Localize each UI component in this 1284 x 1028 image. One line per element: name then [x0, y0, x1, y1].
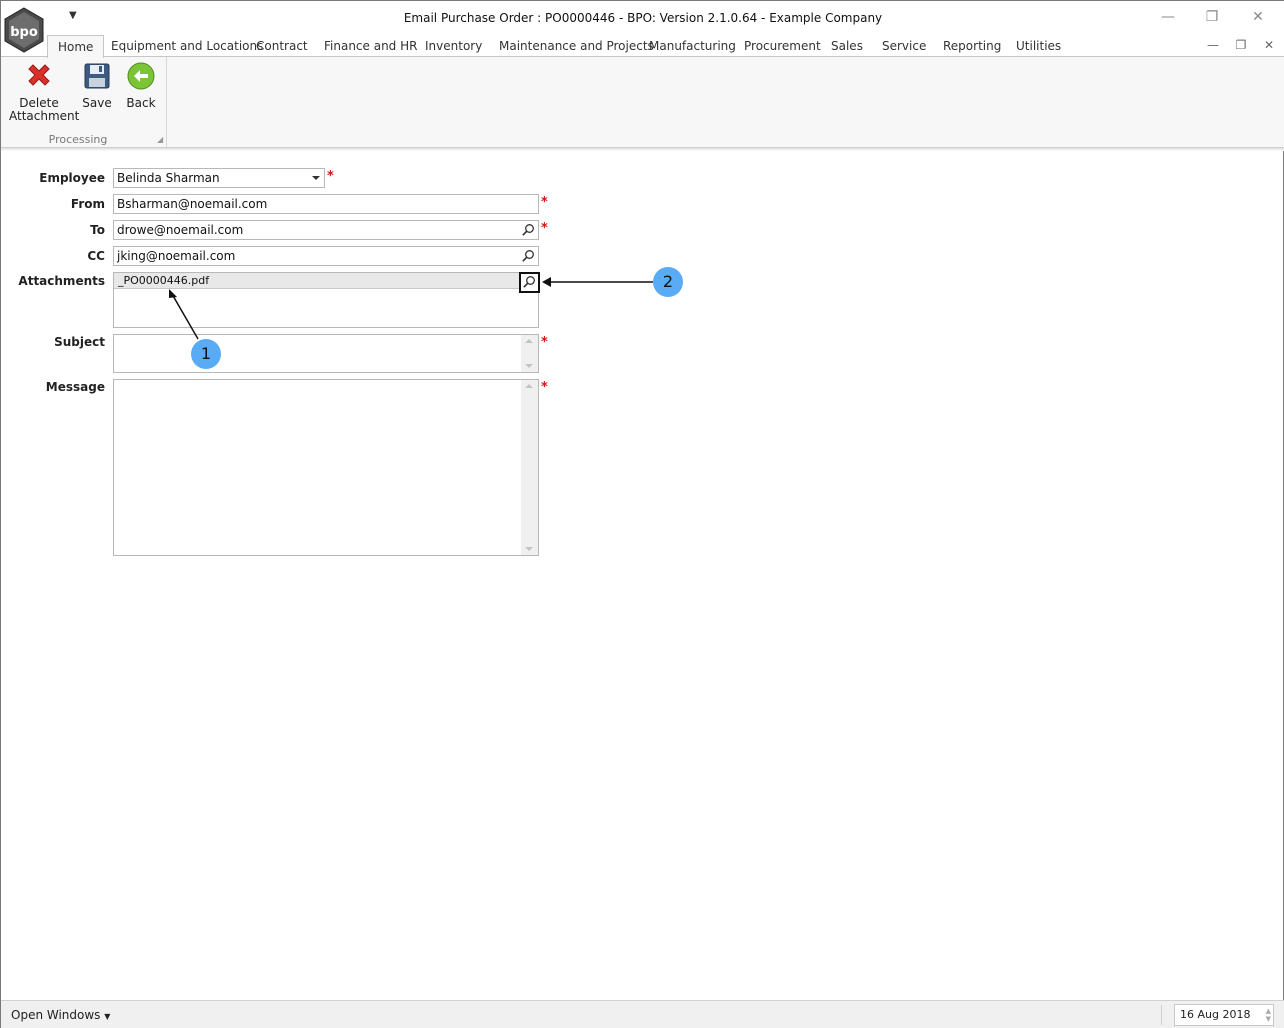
- date-spinner-icon[interactable]: ▲ ▼: [1266, 1007, 1271, 1023]
- floppy-disk-icon: [84, 63, 110, 89]
- mdi-restore-icon[interactable]: ❐: [1233, 38, 1249, 52]
- date-field[interactable]: 16 Aug 2018 ▲ ▼: [1174, 1004, 1274, 1026]
- to-label: To: [90, 223, 105, 237]
- message-field[interactable]: [113, 379, 539, 556]
- tab-contract[interactable]: Contract: [256, 35, 308, 57]
- mdi-close-icon[interactable]: ✕: [1261, 38, 1277, 52]
- subject-label: Subject: [54, 335, 105, 349]
- delete-attachment-button[interactable]: Delete Attachment: [9, 61, 79, 123]
- from-value: Bsharman@noemail.com: [117, 197, 268, 211]
- tab-procurement[interactable]: Procurement: [744, 35, 821, 57]
- to-required-mark: *: [541, 221, 548, 236]
- cc-search-icon[interactable]: [520, 248, 536, 264]
- ribbon: Delete Attachment Save Back Processing ◢: [1, 56, 1284, 148]
- open-windows-label: Open Windows: [11, 1008, 101, 1022]
- subject-required-mark: *: [541, 335, 548, 350]
- cc-label: CC: [87, 249, 105, 263]
- message-label: Message: [45, 380, 105, 394]
- tab-service[interactable]: Service: [882, 35, 926, 57]
- attachment-search-icon: [523, 276, 535, 288]
- delete-label-line2: Attachment: [9, 109, 80, 123]
- attachment-file-name: _PO0000446.pdf: [118, 274, 210, 287]
- attachments-label: Attachments: [18, 274, 105, 288]
- date-value: 16 Aug 2018: [1180, 1008, 1251, 1021]
- message-scrollbar[interactable]: [521, 380, 538, 555]
- bpo-logo[interactable]: bpo: [3, 7, 45, 53]
- subject-scrollbar[interactable]: [521, 335, 538, 372]
- to-value: drowe@noemail.com: [117, 223, 244, 237]
- attachment-search-button[interactable]: [519, 272, 540, 293]
- to-field[interactable]: drowe@noemail.com: [113, 220, 539, 240]
- employee-select[interactable]: Belinda Sharman: [113, 168, 325, 188]
- status-bar: Open Windows ▼ 16 Aug 2018 ▲ ▼: [1, 1000, 1284, 1028]
- tab-finance-and-hr[interactable]: Finance and HR: [324, 35, 417, 57]
- restore-button[interactable]: ❐: [1197, 7, 1227, 27]
- open-windows-menu[interactable]: Open Windows ▼: [11, 1008, 110, 1022]
- delete-label-line1: Delete: [19, 96, 59, 110]
- tab-equipment-and-locations[interactable]: Equipment and Locations: [111, 35, 263, 57]
- status-separator: [1161, 1005, 1162, 1025]
- window-title: Email Purchase Order : PO0000446 - BPO: …: [403, 11, 883, 25]
- from-required-mark: *: [541, 195, 548, 210]
- tab-sales[interactable]: Sales: [831, 35, 863, 57]
- to-search-icon[interactable]: [520, 222, 536, 238]
- tab-utilities[interactable]: Utilities: [1016, 35, 1061, 57]
- processing-group-label: Processing: [48, 133, 108, 146]
- back-arrow-icon: [127, 62, 155, 90]
- employee-required-mark: *: [327, 169, 334, 184]
- chevron-down-icon[interactable]: [312, 176, 320, 180]
- tab-inventory[interactable]: Inventory: [425, 35, 482, 57]
- group-launcher-icon[interactable]: ◢: [157, 135, 163, 144]
- attachments-list[interactable]: _PO0000446.pdf: [113, 272, 540, 328]
- back-label: Back: [126, 96, 156, 110]
- employee-value: Belinda Sharman: [117, 171, 220, 185]
- ribbon-group-processing: Delete Attachment Save Back Processing ◢: [3, 57, 167, 147]
- cc-field[interactable]: jking@noemail.com: [113, 246, 539, 266]
- tab-maintenance-and-projects[interactable]: Maintenance and Projects: [499, 35, 654, 57]
- app-window: bpo ▼ Email Purchase Order : PO0000446 -…: [0, 0, 1284, 1028]
- save-button[interactable]: Save: [79, 61, 115, 110]
- logo-text: bpo: [10, 25, 38, 40]
- callout-badge-1: 1: [191, 339, 221, 369]
- from-label: From: [70, 197, 105, 211]
- employee-label: Employee: [39, 171, 105, 185]
- delete-x-icon: [28, 64, 50, 86]
- mdi-minimize-icon[interactable]: —: [1205, 38, 1221, 52]
- callout-badge-2: 2: [653, 267, 683, 297]
- from-field[interactable]: Bsharman@noemail.com: [113, 194, 539, 214]
- message-required-mark: *: [541, 380, 548, 395]
- ribbon-tabs: Home Equipment and Locations Contract Fi…: [1, 35, 1284, 58]
- tab-manufacturing[interactable]: Manufacturing: [649, 35, 736, 57]
- tab-reporting[interactable]: Reporting: [943, 35, 1001, 57]
- tab-home[interactable]: Home: [47, 35, 105, 58]
- ribbon-separator: [1, 148, 1284, 151]
- open-windows-dropdown-icon: ▼: [104, 1012, 111, 1021]
- cc-value: jking@noemail.com: [117, 249, 236, 263]
- subject-field[interactable]: [113, 334, 539, 373]
- save-label: Save: [82, 96, 112, 110]
- attachment-item[interactable]: _PO0000446.pdf: [114, 273, 538, 289]
- close-button[interactable]: ✕: [1243, 7, 1273, 27]
- title-bar: bpo ▼ Email Purchase Order : PO0000446 -…: [1, 1, 1284, 53]
- back-button[interactable]: Back: [123, 61, 159, 110]
- minimize-button[interactable]: —: [1153, 7, 1183, 27]
